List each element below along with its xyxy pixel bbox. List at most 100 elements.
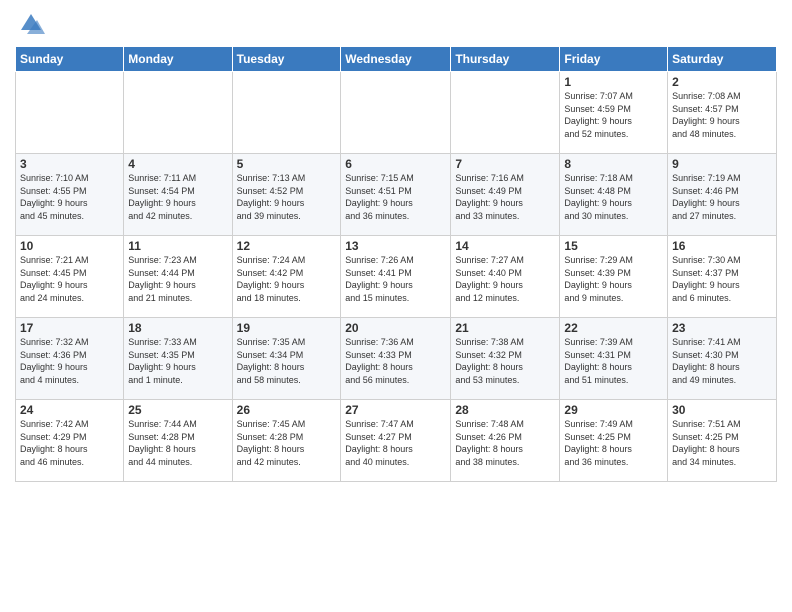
day-info: Sunrise: 7:29 AM Sunset: 4:39 PM Dayligh…	[564, 254, 663, 304]
day-number: 9	[672, 157, 772, 171]
calendar-cell-4: 4Sunrise: 7:11 AM Sunset: 4:54 PM Daylig…	[124, 154, 232, 236]
day-number: 16	[672, 239, 772, 253]
calendar-week-4: 17Sunrise: 7:32 AM Sunset: 4:36 PM Dayli…	[16, 318, 777, 400]
calendar-cell-2: 2Sunrise: 7:08 AM Sunset: 4:57 PM Daylig…	[668, 72, 777, 154]
day-info: Sunrise: 7:36 AM Sunset: 4:33 PM Dayligh…	[345, 336, 446, 386]
calendar-header-friday: Friday	[560, 47, 668, 72]
day-number: 24	[20, 403, 119, 417]
calendar-cell-22: 22Sunrise: 7:39 AM Sunset: 4:31 PM Dayli…	[560, 318, 668, 400]
calendar-header-monday: Monday	[124, 47, 232, 72]
day-info: Sunrise: 7:38 AM Sunset: 4:32 PM Dayligh…	[455, 336, 555, 386]
calendar-cell-24: 24Sunrise: 7:42 AM Sunset: 4:29 PM Dayli…	[16, 400, 124, 482]
calendar-cell-8: 8Sunrise: 7:18 AM Sunset: 4:48 PM Daylig…	[560, 154, 668, 236]
day-info: Sunrise: 7:23 AM Sunset: 4:44 PM Dayligh…	[128, 254, 227, 304]
day-info: Sunrise: 7:07 AM Sunset: 4:59 PM Dayligh…	[564, 90, 663, 140]
day-number: 11	[128, 239, 227, 253]
day-number: 28	[455, 403, 555, 417]
calendar-cell-9: 9Sunrise: 7:19 AM Sunset: 4:46 PM Daylig…	[668, 154, 777, 236]
day-number: 12	[237, 239, 337, 253]
day-number: 22	[564, 321, 663, 335]
day-info: Sunrise: 7:41 AM Sunset: 4:30 PM Dayligh…	[672, 336, 772, 386]
day-number: 5	[237, 157, 337, 171]
day-number: 17	[20, 321, 119, 335]
calendar-cell-23: 23Sunrise: 7:41 AM Sunset: 4:30 PM Dayli…	[668, 318, 777, 400]
header	[15, 10, 777, 38]
calendar-table: SundayMondayTuesdayWednesdayThursdayFrid…	[15, 46, 777, 482]
day-info: Sunrise: 7:11 AM Sunset: 4:54 PM Dayligh…	[128, 172, 227, 222]
calendar-cell-empty	[341, 72, 451, 154]
day-number: 4	[128, 157, 227, 171]
page-container: SundayMondayTuesdayWednesdayThursdayFrid…	[0, 0, 792, 612]
day-number: 13	[345, 239, 446, 253]
calendar-cell-17: 17Sunrise: 7:32 AM Sunset: 4:36 PM Dayli…	[16, 318, 124, 400]
calendar-cell-25: 25Sunrise: 7:44 AM Sunset: 4:28 PM Dayli…	[124, 400, 232, 482]
day-number: 27	[345, 403, 446, 417]
day-number: 19	[237, 321, 337, 335]
calendar-cell-5: 5Sunrise: 7:13 AM Sunset: 4:52 PM Daylig…	[232, 154, 341, 236]
day-number: 20	[345, 321, 446, 335]
day-number: 2	[672, 75, 772, 89]
calendar-week-3: 10Sunrise: 7:21 AM Sunset: 4:45 PM Dayli…	[16, 236, 777, 318]
calendar-week-2: 3Sunrise: 7:10 AM Sunset: 4:55 PM Daylig…	[16, 154, 777, 236]
day-number: 30	[672, 403, 772, 417]
day-info: Sunrise: 7:32 AM Sunset: 4:36 PM Dayligh…	[20, 336, 119, 386]
day-number: 10	[20, 239, 119, 253]
calendar-cell-1: 1Sunrise: 7:07 AM Sunset: 4:59 PM Daylig…	[560, 72, 668, 154]
calendar-cell-29: 29Sunrise: 7:49 AM Sunset: 4:25 PM Dayli…	[560, 400, 668, 482]
day-number: 6	[345, 157, 446, 171]
calendar-header-sunday: Sunday	[16, 47, 124, 72]
calendar-header-row: SundayMondayTuesdayWednesdayThursdayFrid…	[16, 47, 777, 72]
calendar-header-wednesday: Wednesday	[341, 47, 451, 72]
day-info: Sunrise: 7:21 AM Sunset: 4:45 PM Dayligh…	[20, 254, 119, 304]
calendar-cell-19: 19Sunrise: 7:35 AM Sunset: 4:34 PM Dayli…	[232, 318, 341, 400]
calendar-cell-6: 6Sunrise: 7:15 AM Sunset: 4:51 PM Daylig…	[341, 154, 451, 236]
day-info: Sunrise: 7:44 AM Sunset: 4:28 PM Dayligh…	[128, 418, 227, 468]
day-info: Sunrise: 7:47 AM Sunset: 4:27 PM Dayligh…	[345, 418, 446, 468]
calendar-cell-26: 26Sunrise: 7:45 AM Sunset: 4:28 PM Dayli…	[232, 400, 341, 482]
calendar-cell-empty	[451, 72, 560, 154]
day-number: 29	[564, 403, 663, 417]
day-info: Sunrise: 7:48 AM Sunset: 4:26 PM Dayligh…	[455, 418, 555, 468]
day-number: 25	[128, 403, 227, 417]
day-info: Sunrise: 7:45 AM Sunset: 4:28 PM Dayligh…	[237, 418, 337, 468]
day-number: 14	[455, 239, 555, 253]
logo-text-block	[15, 10, 45, 38]
calendar-cell-empty	[232, 72, 341, 154]
day-info: Sunrise: 7:51 AM Sunset: 4:25 PM Dayligh…	[672, 418, 772, 468]
day-info: Sunrise: 7:42 AM Sunset: 4:29 PM Dayligh…	[20, 418, 119, 468]
day-number: 15	[564, 239, 663, 253]
calendar-cell-15: 15Sunrise: 7:29 AM Sunset: 4:39 PM Dayli…	[560, 236, 668, 318]
calendar-cell-30: 30Sunrise: 7:51 AM Sunset: 4:25 PM Dayli…	[668, 400, 777, 482]
day-info: Sunrise: 7:26 AM Sunset: 4:41 PM Dayligh…	[345, 254, 446, 304]
calendar-cell-18: 18Sunrise: 7:33 AM Sunset: 4:35 PM Dayli…	[124, 318, 232, 400]
day-info: Sunrise: 7:18 AM Sunset: 4:48 PM Dayligh…	[564, 172, 663, 222]
day-number: 26	[237, 403, 337, 417]
calendar-cell-20: 20Sunrise: 7:36 AM Sunset: 4:33 PM Dayli…	[341, 318, 451, 400]
day-info: Sunrise: 7:27 AM Sunset: 4:40 PM Dayligh…	[455, 254, 555, 304]
day-info: Sunrise: 7:24 AM Sunset: 4:42 PM Dayligh…	[237, 254, 337, 304]
day-number: 18	[128, 321, 227, 335]
day-number: 8	[564, 157, 663, 171]
calendar-header-thursday: Thursday	[451, 47, 560, 72]
day-number: 1	[564, 75, 663, 89]
day-info: Sunrise: 7:49 AM Sunset: 4:25 PM Dayligh…	[564, 418, 663, 468]
calendar-cell-10: 10Sunrise: 7:21 AM Sunset: 4:45 PM Dayli…	[16, 236, 124, 318]
calendar-week-5: 24Sunrise: 7:42 AM Sunset: 4:29 PM Dayli…	[16, 400, 777, 482]
calendar-cell-13: 13Sunrise: 7:26 AM Sunset: 4:41 PM Dayli…	[341, 236, 451, 318]
day-info: Sunrise: 7:16 AM Sunset: 4:49 PM Dayligh…	[455, 172, 555, 222]
day-info: Sunrise: 7:15 AM Sunset: 4:51 PM Dayligh…	[345, 172, 446, 222]
calendar-header-saturday: Saturday	[668, 47, 777, 72]
calendar-cell-21: 21Sunrise: 7:38 AM Sunset: 4:32 PM Dayli…	[451, 318, 560, 400]
day-info: Sunrise: 7:35 AM Sunset: 4:34 PM Dayligh…	[237, 336, 337, 386]
calendar-cell-27: 27Sunrise: 7:47 AM Sunset: 4:27 PM Dayli…	[341, 400, 451, 482]
calendar-cell-3: 3Sunrise: 7:10 AM Sunset: 4:55 PM Daylig…	[16, 154, 124, 236]
calendar-cell-16: 16Sunrise: 7:30 AM Sunset: 4:37 PM Dayli…	[668, 236, 777, 318]
day-number: 21	[455, 321, 555, 335]
day-number: 23	[672, 321, 772, 335]
calendar-week-1: 1Sunrise: 7:07 AM Sunset: 4:59 PM Daylig…	[16, 72, 777, 154]
day-info: Sunrise: 7:30 AM Sunset: 4:37 PM Dayligh…	[672, 254, 772, 304]
calendar-cell-empty	[16, 72, 124, 154]
calendar-cell-14: 14Sunrise: 7:27 AM Sunset: 4:40 PM Dayli…	[451, 236, 560, 318]
day-info: Sunrise: 7:10 AM Sunset: 4:55 PM Dayligh…	[20, 172, 119, 222]
day-number: 7	[455, 157, 555, 171]
